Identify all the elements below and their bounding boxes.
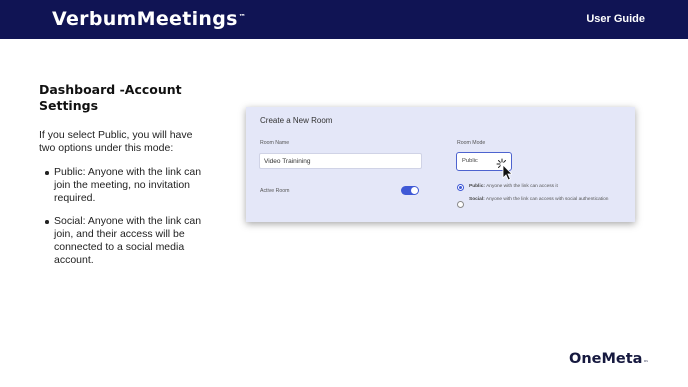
verbum-meetings-logo: VerbumMeetings™ [52, 8, 247, 30]
bullet-list: Public: Anyone with the link can join th… [39, 166, 209, 278]
bullet-social: Social: Anyone with the link can join, a… [39, 215, 209, 266]
card-title: Create a New Room [260, 116, 333, 125]
page-title: Dashboard -Account Settings [39, 82, 182, 113]
option-social-text: Social: Anyone with the link can access … [469, 197, 609, 202]
room-mode-label: Room Mode [457, 140, 486, 146]
radio-social[interactable] [457, 201, 464, 208]
option-public-text: Public: Anyone with the link can access … [469, 184, 558, 189]
onemeta-logo: OneMeta™ [569, 351, 649, 367]
user-guide-label: User Guide [586, 13, 645, 25]
active-room-label: Active Room [260, 188, 290, 194]
radio-public[interactable] [457, 184, 464, 191]
create-room-card: Create a New Room Room Name Video Traini… [246, 107, 635, 222]
top-header: VerbumMeetings™ User Guide [0, 0, 688, 39]
bullet-public: Public: Anyone with the link can join th… [39, 166, 209, 204]
toggle-knob [411, 187, 418, 194]
room-name-input[interactable]: Video Trainining [259, 153, 422, 169]
intro-text: If you select Public, you will have two … [39, 129, 193, 154]
room-name-label: Room Name [260, 140, 290, 146]
mouse-pointer-icon [496, 158, 512, 181]
active-room-toggle[interactable] [401, 186, 419, 195]
